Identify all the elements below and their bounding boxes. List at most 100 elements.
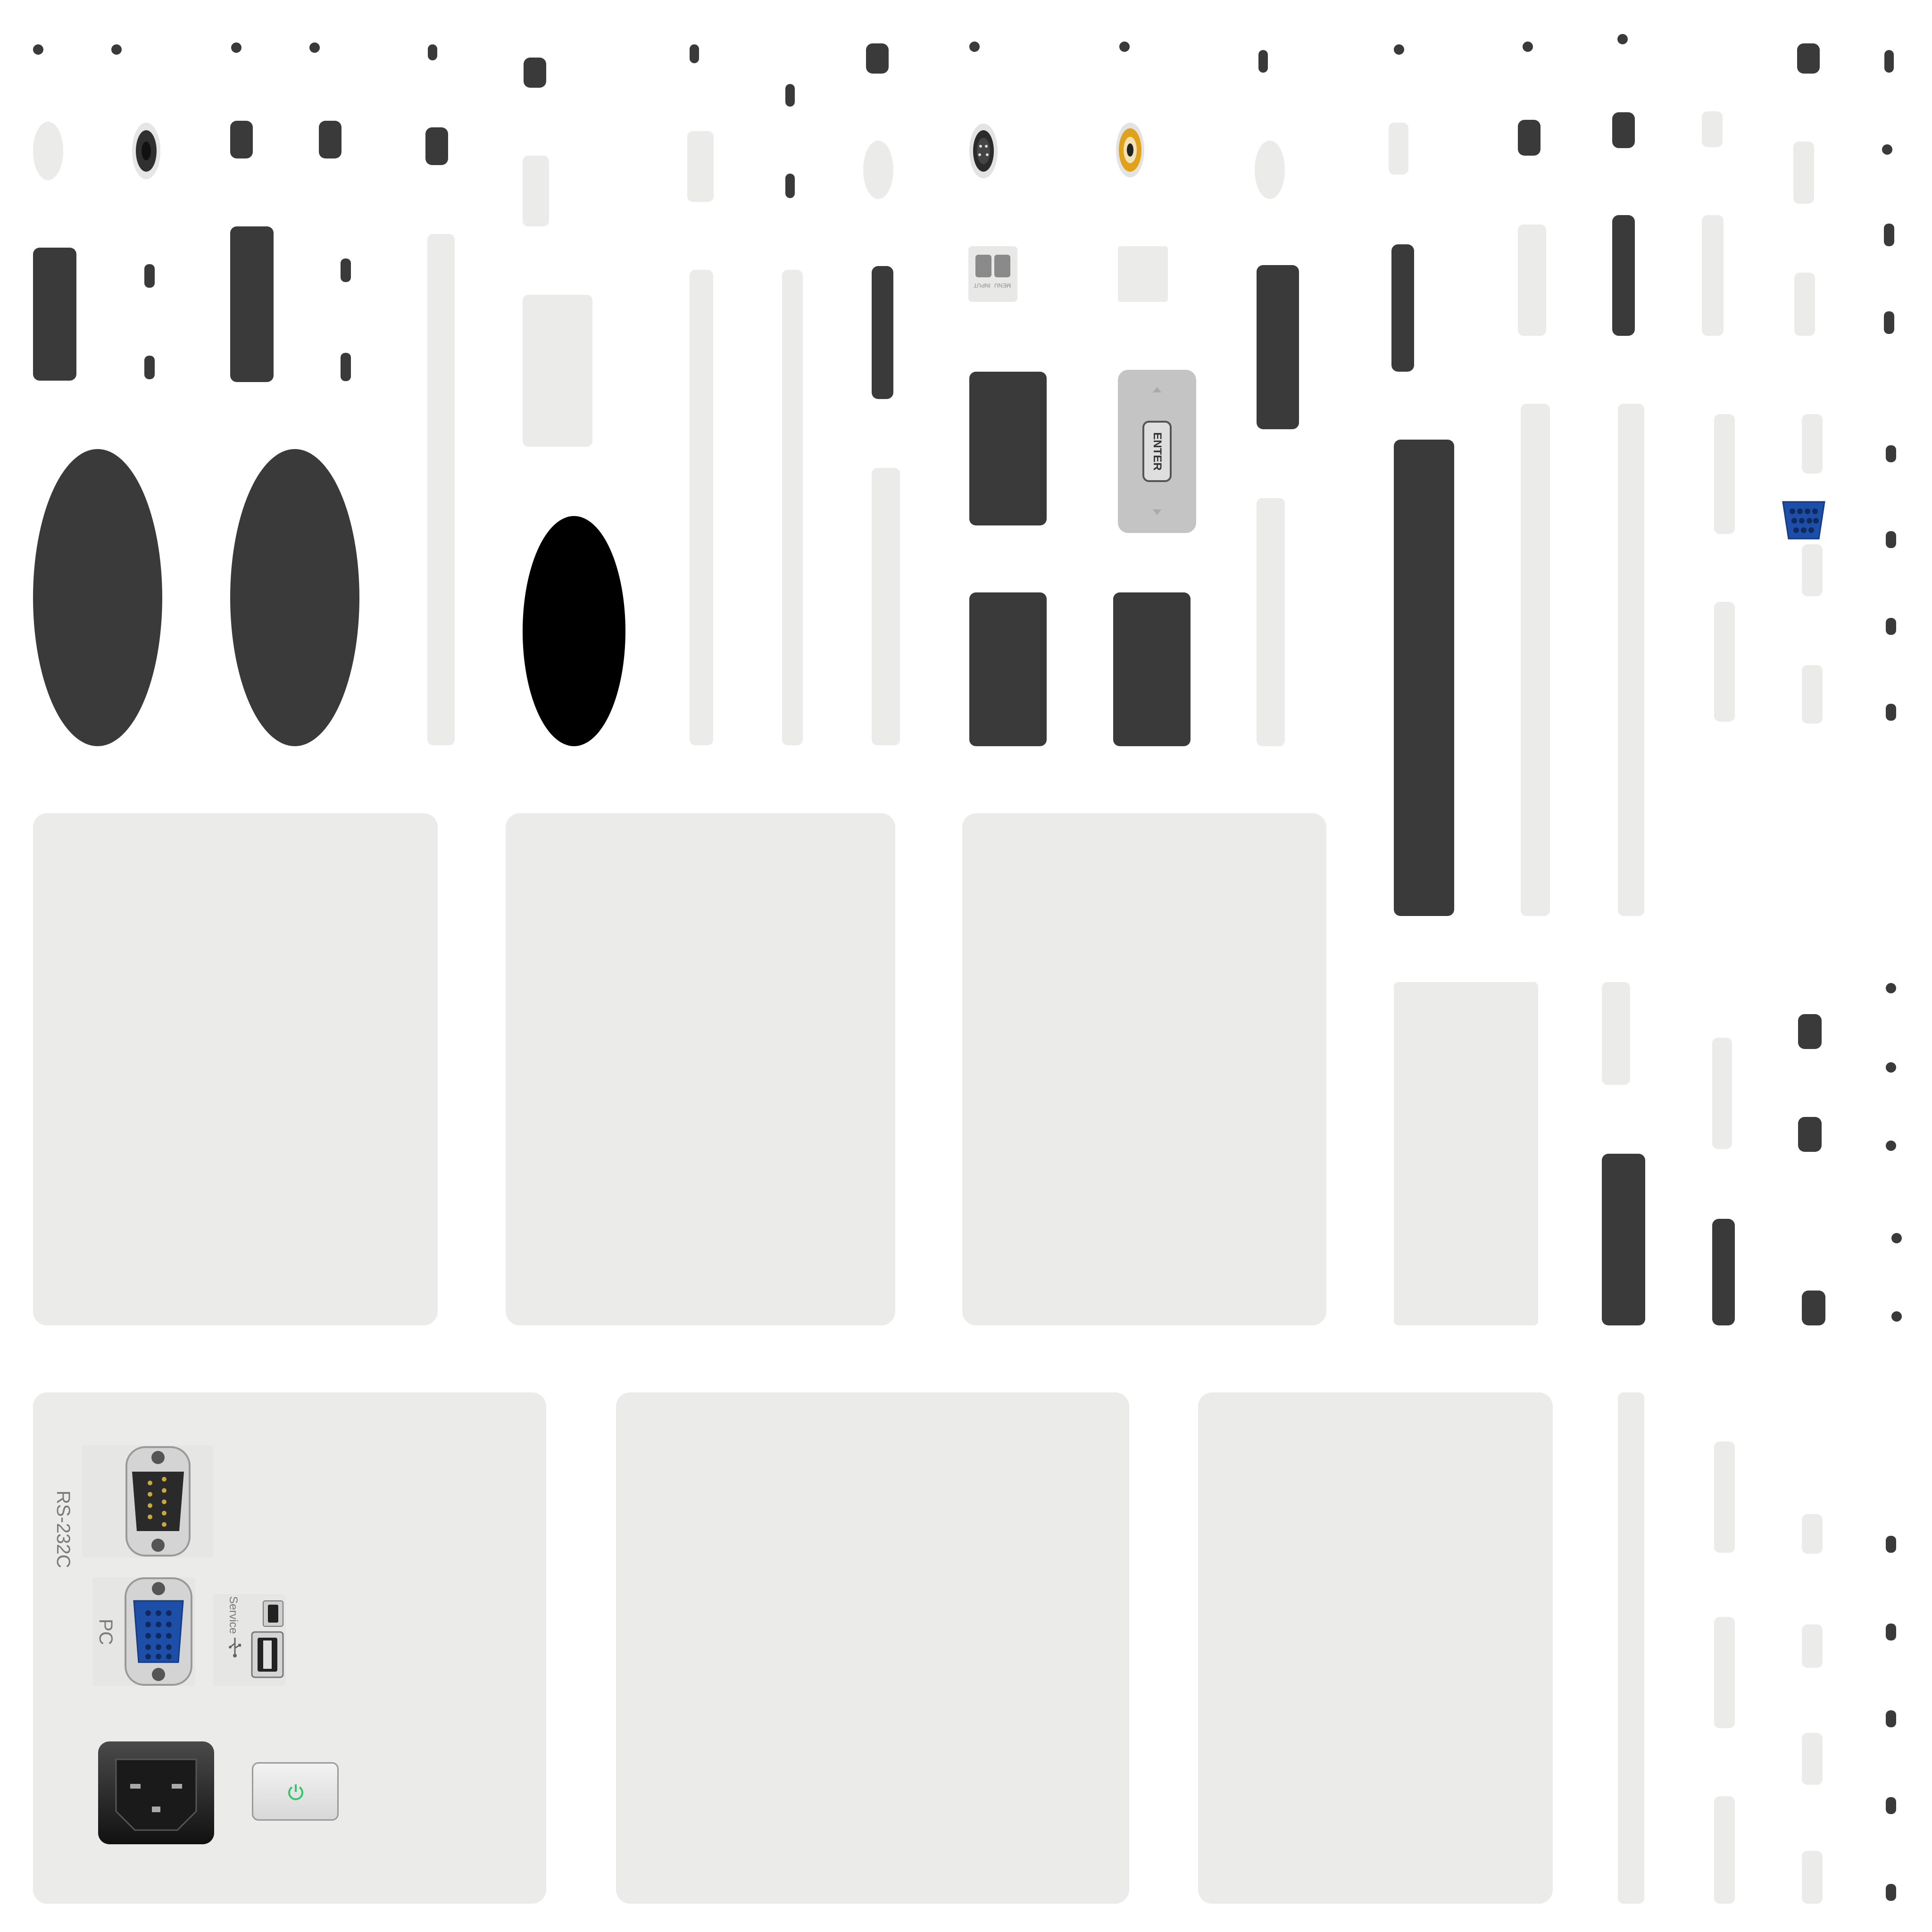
- light-pad: [687, 131, 714, 202]
- menu-label: MENU: [994, 282, 1011, 289]
- small-pad: [690, 44, 699, 63]
- light-bar: [690, 270, 713, 745]
- light-pad: [1802, 1624, 1823, 1668]
- small-pad: [144, 264, 155, 288]
- light-pad: [1802, 544, 1823, 596]
- dark-block: [1113, 592, 1191, 746]
- small-pad: [1802, 1291, 1825, 1325]
- serial-port-icon[interactable]: [123, 1445, 193, 1557]
- light-oval: [863, 141, 893, 199]
- light-pad: [1714, 602, 1735, 722]
- screw-dot: [1394, 44, 1404, 55]
- down-arrow-icon[interactable]: [1153, 509, 1161, 515]
- small-pad: [1797, 43, 1820, 74]
- screw-dot: [1617, 34, 1628, 44]
- rs232c-label: RS-232C: [53, 1491, 74, 1568]
- rca-jack-icon: [1116, 123, 1144, 177]
- enter-button[interactable]: ENTER: [1142, 421, 1172, 482]
- dark-bar: [1602, 1154, 1645, 1325]
- light-pad: [1602, 982, 1630, 1085]
- usb-port-icon[interactable]: [251, 1631, 284, 1678]
- small-pad: [341, 353, 351, 381]
- light-pad: [1802, 1851, 1823, 1904]
- light-bar: [872, 468, 900, 745]
- light-oval: [33, 122, 63, 180]
- small-pad: [785, 84, 795, 107]
- usb-symbol-icon: [229, 1638, 241, 1657]
- input-button[interactable]: [975, 255, 991, 277]
- small-pad: [1886, 1624, 1896, 1641]
- small-pad: [1886, 1884, 1896, 1901]
- small-pad: [785, 174, 795, 198]
- light-bar: [1257, 498, 1285, 746]
- dark-bar: [1612, 215, 1635, 336]
- light-pad: [1802, 414, 1823, 474]
- service-label: Service: [227, 1596, 240, 1634]
- dark-bar: [872, 266, 893, 399]
- audio-jack-icon: [132, 123, 160, 179]
- screw-dot: [1891, 1311, 1902, 1322]
- dark-block: [969, 372, 1047, 525]
- screw-dot: [1882, 144, 1892, 155]
- light-bar: [1618, 404, 1644, 916]
- dark-bar: [1257, 265, 1299, 429]
- dark-oval: [230, 449, 359, 746]
- screw-dot: [111, 44, 122, 55]
- light-bar: [427, 234, 455, 745]
- light-block: [1394, 982, 1538, 1325]
- up-arrow-icon[interactable]: [1153, 387, 1161, 392]
- power-button[interactable]: [252, 1762, 339, 1821]
- side-panel: [33, 813, 438, 1325]
- small-pad: [428, 44, 437, 60]
- screw-dot: [1886, 983, 1896, 993]
- light-pad: [1793, 142, 1814, 204]
- dark-bar: [33, 248, 76, 381]
- service-mini-usb-icon[interactable]: [262, 1600, 284, 1627]
- light-pad: [1802, 665, 1823, 724]
- light-pad: [1714, 414, 1735, 534]
- small-pad: [866, 43, 889, 74]
- pc-label: PC: [95, 1619, 116, 1645]
- small-pad: [1886, 618, 1896, 635]
- dark-bar: [230, 226, 274, 382]
- small-pad: [1886, 1710, 1896, 1727]
- dark-block: [969, 592, 1047, 746]
- small-pad: [1886, 1536, 1896, 1553]
- light-pad: [1389, 123, 1408, 175]
- enter-label: ENTER: [1151, 432, 1164, 471]
- small-pad: [1884, 311, 1894, 334]
- side-panel: [506, 813, 895, 1325]
- light-pad: [1714, 1617, 1735, 1728]
- light-pad: [1714, 1796, 1735, 1904]
- screw-dot: [231, 42, 242, 53]
- light-oval: [1255, 141, 1285, 199]
- small-pad: [144, 356, 155, 379]
- small-pad: [1798, 1117, 1822, 1152]
- side-panel: [962, 813, 1326, 1325]
- light-pad: [1802, 1514, 1823, 1554]
- power-button-icon: [288, 1784, 303, 1800]
- pc-vga-port-icon[interactable]: [121, 1577, 196, 1686]
- light-bar: [782, 270, 803, 745]
- small-pad: [1518, 120, 1541, 156]
- screw-dot: [969, 42, 980, 52]
- power-inlet-icon[interactable]: [97, 1740, 215, 1845]
- small-pad: [524, 58, 546, 88]
- light-bar: [1618, 1392, 1644, 1904]
- dark-bar: [1391, 244, 1414, 372]
- screw-dot: [1523, 42, 1533, 52]
- light-pad: [1714, 1441, 1735, 1553]
- screw-dot: [1891, 1233, 1902, 1243]
- screw-dot: [1886, 1062, 1896, 1073]
- small-pad: [1798, 1014, 1822, 1049]
- small-pad: [1884, 224, 1894, 246]
- light-bar: [1702, 215, 1724, 336]
- screw-dot: [309, 42, 320, 53]
- light-pad: [1794, 273, 1815, 336]
- screw-dot: [33, 44, 43, 55]
- light-bar: [1518, 225, 1546, 336]
- menu-button[interactable]: [994, 255, 1010, 277]
- small-pad: [230, 121, 253, 158]
- input-label: INPUT: [974, 282, 991, 289]
- screw-dot: [1886, 1141, 1896, 1151]
